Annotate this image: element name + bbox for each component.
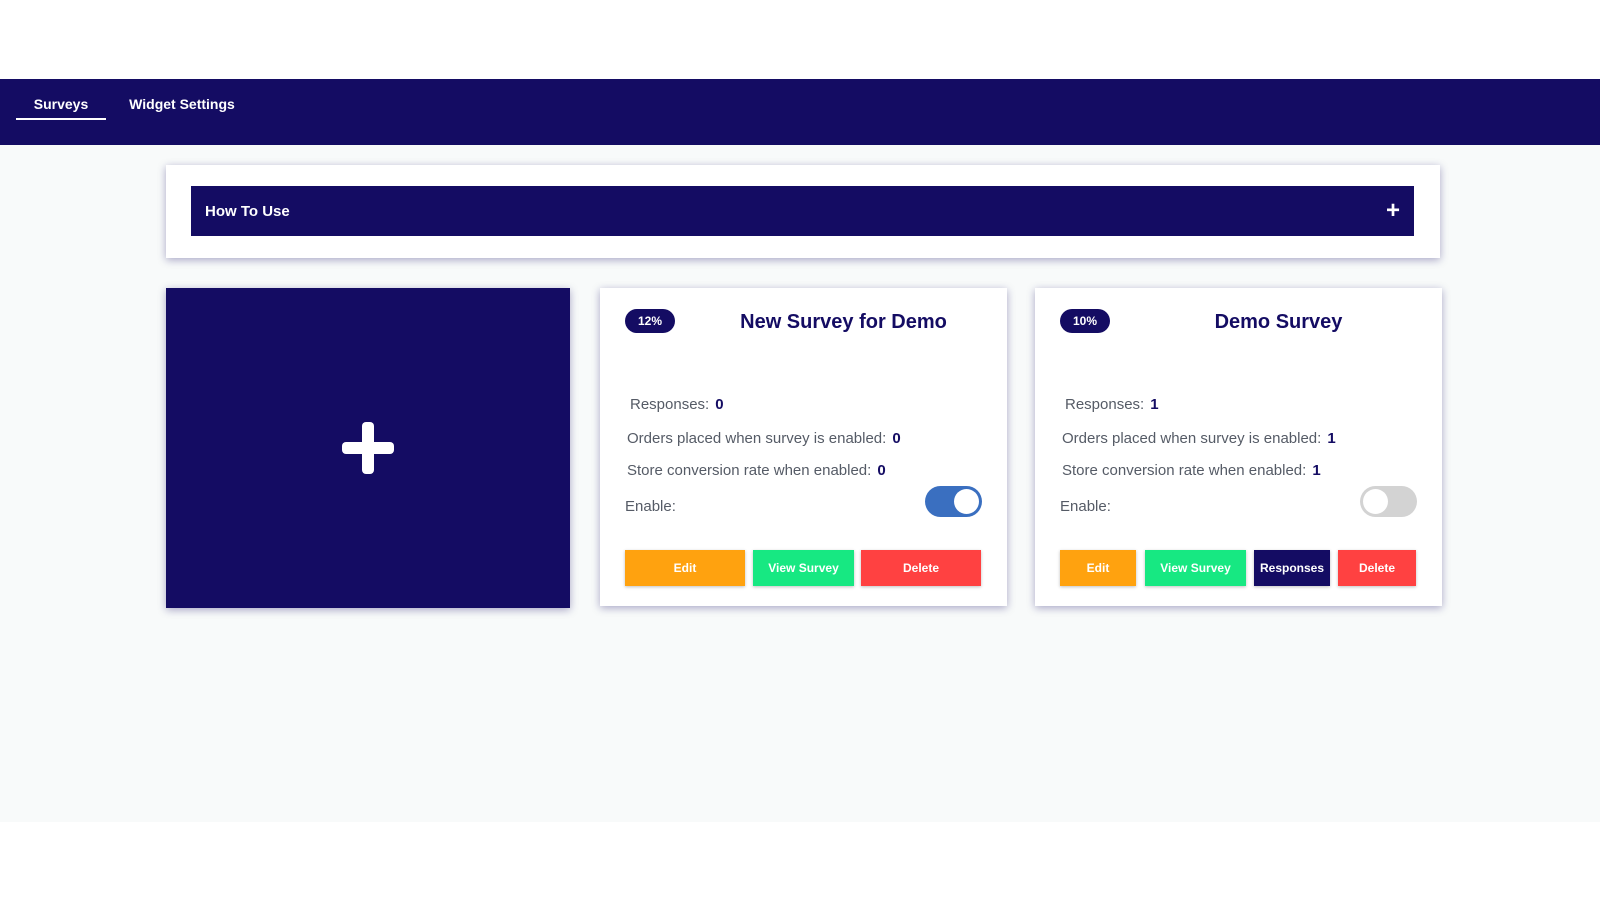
edit-button[interactable]: Edit [1060, 550, 1136, 586]
bottom-blank-band [0, 822, 1600, 900]
edit-button[interactable]: Edit [625, 550, 745, 586]
add-survey-card[interactable] [166, 288, 570, 608]
top-navbar: Surveys Widget Settings [0, 79, 1600, 145]
responses-value: 0 [715, 396, 724, 413]
survey-card: 12% New Survey for Demo Responses: 0 Orde… [600, 288, 1007, 606]
orders-stat: Orders placed when survey is enabled: 1 [1062, 430, 1336, 447]
orders-label: Orders placed when survey is enabled: [1062, 430, 1322, 447]
expand-plus-icon[interactable]: + [1386, 199, 1400, 223]
orders-value: 0 [892, 430, 901, 447]
conversion-value: 1 [1312, 462, 1321, 479]
how-to-use-title: How To Use [205, 202, 290, 220]
toggle-knob [1363, 489, 1388, 514]
responses-label: Responses: [1065, 396, 1145, 413]
responses-value: 1 [1150, 396, 1159, 413]
orders-value: 1 [1327, 430, 1336, 447]
conversion-label: Store conversion rate when enabled: [1062, 462, 1307, 479]
percent-badge: 12% [625, 309, 675, 333]
percent-badge: 10% [1060, 309, 1110, 333]
responses-label: Responses: [630, 396, 710, 413]
delete-button[interactable]: Delete [1338, 550, 1416, 586]
plus-icon [342, 422, 394, 474]
enable-toggle[interactable] [1360, 486, 1417, 517]
toggle-knob [954, 489, 979, 514]
conversion-value: 0 [877, 462, 886, 479]
delete-button[interactable]: Delete [861, 550, 981, 586]
orders-label: Orders placed when survey is enabled: [627, 430, 887, 447]
conversion-label: Store conversion rate when enabled: [627, 462, 872, 479]
conversion-stat: Store conversion rate when enabled: 1 [1062, 462, 1321, 479]
how-to-use-accordion[interactable]: How To Use + [191, 186, 1414, 236]
conversion-stat: Store conversion rate when enabled: 0 [627, 462, 886, 479]
enable-toggle[interactable] [925, 486, 982, 517]
tab-widget-settings-label: Widget Settings [129, 96, 235, 112]
responses-stat: Responses: 1 [1065, 396, 1159, 413]
orders-stat: Orders placed when survey is enabled: 0 [627, 430, 901, 447]
tab-surveys-label: Surveys [33, 96, 89, 112]
enable-label: Enable: [1060, 498, 1111, 515]
tab-widget-settings[interactable]: Widget Settings [120, 79, 244, 145]
survey-title: New Survey for Demo [740, 311, 947, 333]
tab-surveys[interactable]: Surveys [16, 79, 106, 145]
top-blank-band [0, 0, 1600, 79]
responses-button[interactable]: Responses [1254, 550, 1330, 586]
enable-label: Enable: [625, 498, 676, 515]
view-survey-button[interactable]: View Survey [1145, 550, 1246, 586]
survey-card: 10% Demo Survey Responses: 1 Orders place… [1035, 288, 1442, 606]
view-survey-button[interactable]: View Survey [753, 550, 854, 586]
main-content: How To Use + 12% New Survey for Demo Res… [0, 145, 1600, 822]
how-to-use-panel: How To Use + [166, 165, 1440, 258]
responses-stat: Responses: 0 [630, 396, 724, 413]
survey-title: Demo Survey [1214, 311, 1343, 333]
